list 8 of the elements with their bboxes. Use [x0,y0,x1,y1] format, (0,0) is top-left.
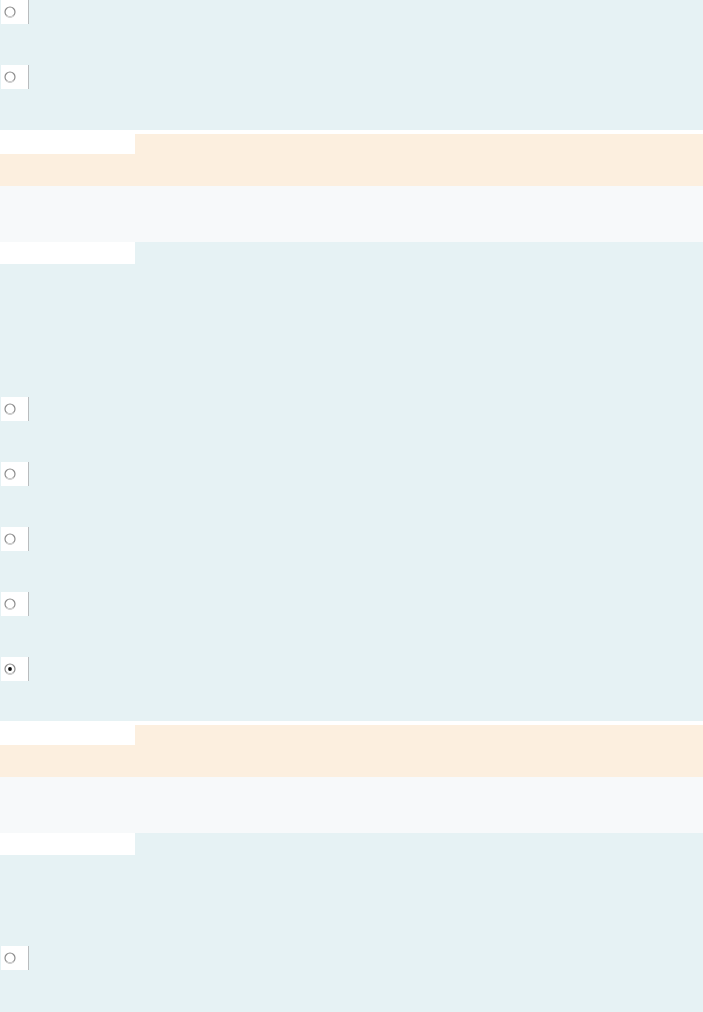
radio-button[interactable] [4,403,16,415]
radio-button[interactable] [4,468,16,480]
radio-button[interactable] [4,71,16,83]
radio-button[interactable] [4,533,16,545]
radio-button[interactable] [4,663,16,675]
radio-button[interactable] [4,952,16,964]
radio-button[interactable] [4,598,16,610]
radio-button[interactable] [4,6,16,18]
